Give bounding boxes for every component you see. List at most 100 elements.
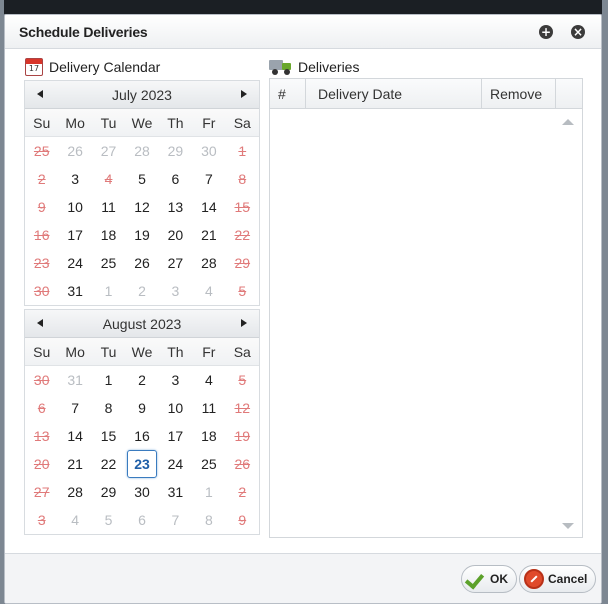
calendar-day[interactable]: 18 xyxy=(92,221,125,249)
calendar-day-number: 17 xyxy=(167,428,184,444)
calendar-day[interactable]: 2 xyxy=(125,366,158,394)
calendar-day[interactable]: 21 xyxy=(58,450,91,478)
calendar-day[interactable]: 4 xyxy=(192,277,225,305)
calendar-day[interactable]: 8 xyxy=(192,506,225,534)
calendar-day[interactable]: 5 xyxy=(125,165,158,193)
calendar-day[interactable]: 24 xyxy=(58,249,91,277)
calendar-day[interactable]: 20 xyxy=(159,221,192,249)
calendar-day[interactable]: 29 xyxy=(226,249,259,277)
weekday-header: Su xyxy=(25,109,59,137)
calendar-day-selected[interactable]: 23 xyxy=(125,450,158,478)
cancel-button[interactable]: Cancel xyxy=(519,565,597,593)
calendar-day[interactable]: 16 xyxy=(125,422,158,450)
calendar-day[interactable]: 3 xyxy=(25,506,58,534)
column-header-remove[interactable]: Remove xyxy=(482,79,556,108)
calendar-day[interactable]: 3 xyxy=(58,165,91,193)
calendar-day[interactable]: 11 xyxy=(92,193,125,221)
calendar-day[interactable]: 9 xyxy=(125,394,158,422)
calendar-day[interactable]: 10 xyxy=(159,394,192,422)
calendar-day[interactable]: 2 xyxy=(25,165,58,193)
next-month-arrow-icon[interactable] xyxy=(241,90,247,98)
calendar-day[interactable]: 29 xyxy=(159,137,192,165)
calendar-day[interactable]: 26 xyxy=(226,450,259,478)
calendar-day[interactable]: 24 xyxy=(159,450,192,478)
calendar-day[interactable]: 3 xyxy=(159,366,192,394)
calendar-day[interactable]: 5 xyxy=(226,366,259,394)
calendar-day[interactable]: 10 xyxy=(58,193,91,221)
calendar-day[interactable]: 15 xyxy=(226,193,259,221)
next-month-arrow-icon[interactable] xyxy=(241,319,247,327)
calendar-day[interactable]: 12 xyxy=(125,193,158,221)
calendar-day[interactable]: 16 xyxy=(25,221,58,249)
calendar-day[interactable]: 20 xyxy=(25,450,58,478)
calendar-day[interactable]: 6 xyxy=(159,165,192,193)
calendar-day[interactable]: 11 xyxy=(192,394,225,422)
calendar-day[interactable]: 15 xyxy=(92,422,125,450)
calendar-day[interactable]: 27 xyxy=(92,137,125,165)
calendar-day[interactable]: 8 xyxy=(92,394,125,422)
calendar-day[interactable]: 22 xyxy=(92,450,125,478)
calendar-day[interactable]: 19 xyxy=(125,221,158,249)
calendar-day[interactable]: 8 xyxy=(226,165,259,193)
calendar-day[interactable]: 4 xyxy=(58,506,91,534)
calendar-day[interactable]: 27 xyxy=(159,249,192,277)
add-icon[interactable]: + xyxy=(539,25,553,39)
calendar-day[interactable]: 2 xyxy=(226,478,259,506)
calendar-day[interactable]: 1 xyxy=(92,366,125,394)
calendar-day[interactable]: 23 xyxy=(25,249,58,277)
calendar-day[interactable]: 7 xyxy=(159,506,192,534)
calendar-day[interactable]: 12 xyxy=(226,394,259,422)
calendar-day[interactable]: 5 xyxy=(226,277,259,305)
calendar-day[interactable]: 30 xyxy=(25,366,58,394)
calendar-day[interactable]: 1 xyxy=(92,277,125,305)
calendar-day[interactable]: 31 xyxy=(159,478,192,506)
calendar-day-number: 15 xyxy=(100,428,117,444)
calendar-day[interactable]: 9 xyxy=(25,193,58,221)
calendar-day[interactable]: 31 xyxy=(58,366,91,394)
calendar-day[interactable]: 28 xyxy=(58,478,91,506)
calendar-day[interactable]: 14 xyxy=(192,193,225,221)
calendar-day[interactable]: 2 xyxy=(125,277,158,305)
calendar-day[interactable]: 17 xyxy=(58,221,91,249)
calendar-day[interactable]: 19 xyxy=(226,422,259,450)
calendar-day[interactable]: 1 xyxy=(226,137,259,165)
column-header-delivery-date[interactable]: Delivery Date xyxy=(306,79,482,108)
calendar-day[interactable]: 5 xyxy=(92,506,125,534)
column-header-number[interactable]: # xyxy=(270,79,306,108)
scroll-up-arrow-icon[interactable] xyxy=(562,119,574,125)
calendar-day[interactable]: 26 xyxy=(58,137,91,165)
calendar-day[interactable]: 25 xyxy=(25,137,58,165)
calendar-day-number: 13 xyxy=(33,428,50,444)
calendar-day[interactable]: 30 xyxy=(125,478,158,506)
calendar-day[interactable]: 14 xyxy=(58,422,91,450)
calendar-day[interactable]: 6 xyxy=(125,506,158,534)
calendar-day[interactable]: 26 xyxy=(125,249,158,277)
calendar-day[interactable]: 21 xyxy=(192,221,225,249)
calendar-day[interactable]: 17 xyxy=(159,422,192,450)
calendar-day[interactable]: 6 xyxy=(25,394,58,422)
calendar-day[interactable]: 22 xyxy=(226,221,259,249)
dialog-titlebar[interactable]: Schedule Deliveries + × xyxy=(5,15,601,49)
calendar-day[interactable]: 27 xyxy=(25,478,58,506)
calendar-day[interactable]: 25 xyxy=(192,450,225,478)
calendar-day[interactable]: 31 xyxy=(58,277,91,305)
calendar-day[interactable]: 4 xyxy=(192,366,225,394)
calendar-day[interactable]: 30 xyxy=(25,277,58,305)
calendar-day[interactable]: 7 xyxy=(192,165,225,193)
calendar-day[interactable]: 18 xyxy=(192,422,225,450)
calendar-day[interactable]: 9 xyxy=(226,506,259,534)
calendar-day[interactable]: 3 xyxy=(159,277,192,305)
calendar-day[interactable]: 30 xyxy=(192,137,225,165)
calendar-day[interactable]: 28 xyxy=(192,249,225,277)
calendar-day[interactable]: 13 xyxy=(159,193,192,221)
calendar-day[interactable]: 28 xyxy=(125,137,158,165)
scroll-down-arrow-icon[interactable] xyxy=(562,523,574,529)
calendar-day[interactable]: 29 xyxy=(92,478,125,506)
close-icon[interactable]: × xyxy=(571,25,585,39)
calendar-day[interactable]: 13 xyxy=(25,422,58,450)
calendar-day[interactable]: 1 xyxy=(192,478,225,506)
calendar-day[interactable]: 7 xyxy=(58,394,91,422)
calendar-day[interactable]: 25 xyxy=(92,249,125,277)
calendar-day[interactable]: 4 xyxy=(92,165,125,193)
ok-button[interactable]: OK xyxy=(461,565,517,593)
